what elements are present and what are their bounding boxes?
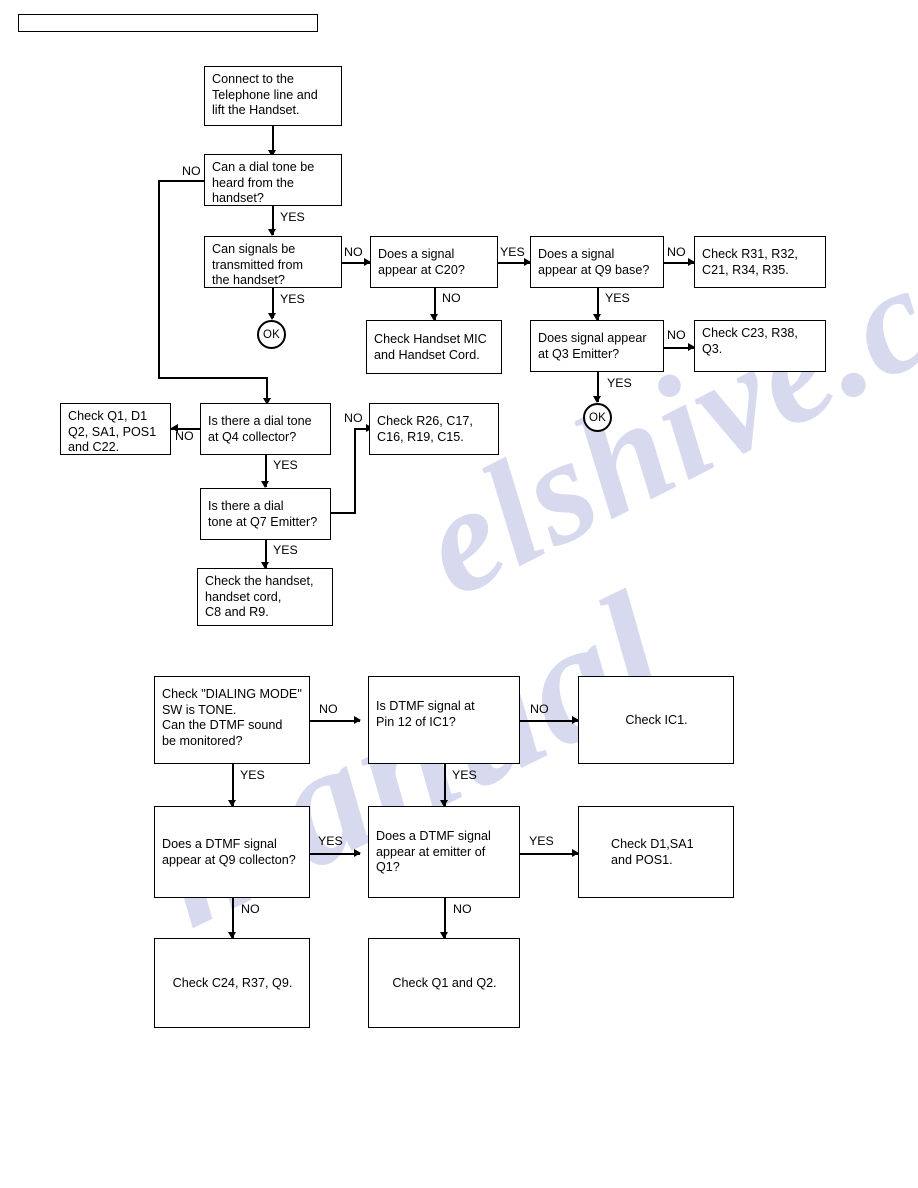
edge-m4-m5-arrow — [354, 849, 361, 857]
node-check-r26-c17-c16-r19-c15: Check R26, C17, C16, R19, C15. — [369, 403, 499, 455]
node-signal-at-c20: Does a signal appear at C20? — [370, 236, 498, 288]
watermark-elshive: elshive.com — [394, 143, 918, 629]
node-check-ic1: Check IC1. — [578, 676, 734, 764]
edge-label-m2-no: NO — [530, 702, 549, 716]
edge-label-m4-yes: YES — [318, 834, 343, 848]
diagram-page: elshive.com manual Connect to the Teleph… — [0, 0, 918, 1188]
edge-label-m1-yes: YES — [240, 768, 265, 782]
edge-n13-no-seg1 — [331, 512, 356, 514]
edge-m4-m5-line — [310, 853, 360, 855]
node-check-d1-sa1-pos1: Check D1,SA1 and POS1. — [578, 806, 734, 898]
edge-label-m5-yes: YES — [529, 834, 554, 848]
edge-label-n2-yes: YES — [280, 210, 305, 224]
header-rule-box — [18, 14, 318, 32]
edge-label-n8-no: NO — [667, 328, 686, 342]
node-can-dial-tone-be-heard: Can a dial tone be heard from the handse… — [204, 154, 342, 206]
edge-m1-m2-line — [310, 720, 360, 722]
edge-m1-m2-arrow — [354, 716, 361, 724]
edge-label-m4-no: NO — [241, 902, 260, 916]
node-check-q1-d1-q2-sa1-pos1-c22: Check Q1, D1 Q2, SA1, POS1 and C22. — [60, 403, 171, 455]
edge-label-n4-no: NO — [442, 291, 461, 305]
node-dial-tone-at-q4-collector: Is there a dial tone at Q4 collector? — [200, 403, 331, 455]
edge-label-n8-yes: YES — [607, 376, 632, 390]
edge-label-n13-no: NO — [344, 411, 363, 425]
edge-label-m5-no: NO — [453, 902, 472, 916]
node-dial-tone-at-q7-emitter: Is there a dial tone at Q7 Emitter? — [200, 488, 331, 540]
edge-m5-m6-line — [520, 853, 578, 855]
edge-n2-no-seg1 — [158, 180, 205, 182]
edge-n2-n3-arrow — [268, 229, 276, 236]
edge-n2-no-seg3 — [158, 377, 268, 379]
edge-label-m2-yes: YES — [452, 768, 477, 782]
node-dtmf-at-emitter-of-q1: Does a DTMF signal appear at emitter of … — [368, 806, 520, 898]
node-connect-telephone-line: Connect to the Telephone line and lift t… — [204, 66, 342, 126]
node-check-handset-mic-cord: Check Handset MIC and Handset Cord. — [366, 320, 502, 374]
node-signal-at-q3-emitter: Does signal appear at Q3 Emitter? — [530, 320, 664, 372]
node-can-signals-be-transmitted: Can signals be transmitted from the hand… — [204, 236, 342, 288]
terminator-ok-1: OK — [257, 320, 286, 349]
edge-label-n5-no: NO — [667, 245, 686, 259]
edge-label-n11-no: NO — [175, 429, 194, 443]
edge-label-n13-yes: YES — [273, 543, 298, 557]
edge-label-n3-yes: YES — [280, 292, 305, 306]
edge-label-m1-no: NO — [319, 702, 338, 716]
node-check-r31-r32-c21-r34-r35: Check R31, R32, C21, R34, R35. — [694, 236, 826, 288]
node-signal-at-q9-base: Does a signal appear at Q9 base? — [530, 236, 664, 288]
edge-n11-n13-arrow — [261, 481, 269, 488]
terminator-ok-2: OK — [583, 403, 612, 432]
edge-label-n3-no: NO — [344, 245, 363, 259]
node-check-c24-r37-q9: Check C24, R37, Q9. — [154, 938, 310, 1028]
edge-n8-ok2-arrow — [593, 396, 601, 403]
edge-label-n11-yes: YES — [273, 458, 298, 472]
node-check-dialing-mode-sw: Check "DIALING MODE" SW is TONE. Can the… — [154, 676, 310, 764]
node-dtmf-signal-pin12-ic1: Is DTMF signal at Pin 12 of IC1? — [368, 676, 520, 764]
edge-label-n2-no: NO — [182, 164, 201, 178]
edge-label-n4-yes: YES — [500, 245, 525, 259]
edge-n2-no-seg2 — [158, 180, 160, 378]
node-check-c23-r38-q3: Check C23, R38, Q3. — [694, 320, 826, 372]
node-check-handset-cord-c8-r9: Check the handset, handset cord, C8 and … — [197, 568, 333, 626]
edge-m2-m3-line — [520, 720, 578, 722]
edge-label-n5-yes: YES — [605, 291, 630, 305]
edge-n3-ok1-arrow — [268, 313, 276, 320]
edge-n13-no-seg2 — [354, 428, 356, 513]
node-check-q1-and-q2: Check Q1 and Q2. — [368, 938, 520, 1028]
node-dtmf-at-q9-collector: Does a DTMF signal appear at Q9 collecto… — [154, 806, 310, 898]
